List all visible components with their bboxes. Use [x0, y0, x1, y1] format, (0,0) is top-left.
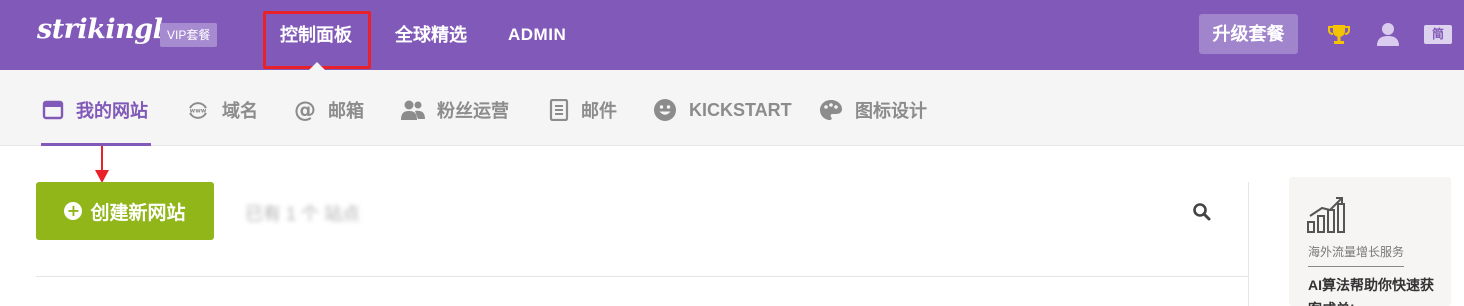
- upgrade-button[interactable]: 升级套餐: [1199, 14, 1298, 54]
- palette-icon: [820, 100, 842, 120]
- active-tab-underline: [41, 143, 151, 146]
- browser-window-icon: [42, 100, 64, 120]
- user-icon[interactable]: [1375, 21, 1401, 47]
- vip-badge: VIP套餐: [160, 23, 218, 47]
- content-divider: [36, 276, 1248, 277]
- growth-chart-icon: [1307, 197, 1345, 233]
- logo[interactable]: strikingly: [37, 14, 178, 45]
- plus-icon: +: [64, 202, 83, 220]
- nav-admin[interactable]: ADMIN: [508, 22, 566, 48]
- smiley-icon: [654, 99, 676, 121]
- tab-logo-design[interactable]: 图标设计: [819, 97, 927, 123]
- create-site-button[interactable]: + 创建新网站: [36, 182, 214, 240]
- tab-label: 邮箱: [328, 101, 364, 121]
- annotation-highlight-box: [263, 11, 371, 69]
- create-site-label: 创建新网站: [90, 202, 186, 224]
- tab-label: 我的网站: [76, 101, 148, 121]
- annotation-arrow-line: [101, 146, 103, 172]
- tab-kickstart[interactable]: KICKSTART: [653, 97, 792, 123]
- document-icon: [549, 99, 569, 121]
- promo-title: 海外流量增长服务: [1308, 243, 1405, 267]
- trophy-icon[interactable]: [1326, 22, 1352, 48]
- site-count-text: 已有 1 个 站点: [245, 204, 361, 224]
- tab-my-sites[interactable]: 我的网站: [42, 97, 148, 123]
- search-icon[interactable]: [1192, 202, 1212, 222]
- tab-mail[interactable]: 邮件: [549, 97, 617, 123]
- tab-fan-ops[interactable]: 粉丝运营: [401, 97, 509, 123]
- tab-label: 邮件: [581, 101, 617, 121]
- tab-email[interactable]: @ 邮箱: [294, 97, 364, 123]
- tab-label: 图标设计: [855, 101, 927, 121]
- sub-navbar: 我的网站 www 域名 @ 邮箱 粉丝运营 邮件 KICKSTART 图标设计: [0, 70, 1464, 146]
- at-icon: @: [294, 99, 316, 121]
- tab-domains[interactable]: www 域名: [186, 97, 258, 123]
- language-switch[interactable]: 简: [1424, 25, 1452, 44]
- promo-card[interactable]: 海外流量增长服务 AI算法帮助你快速获客成单!: [1289, 177, 1451, 306]
- sidebar-divider: [1248, 182, 1249, 306]
- promo-description: AI算法帮助你快速获客成单!: [1308, 277, 1434, 306]
- top-navbar: strikingly VIP套餐 控制面板 全球精选 ADMIN 升级套餐 简: [0, 0, 1464, 70]
- nav-global-picks[interactable]: 全球精选: [395, 22, 467, 48]
- tab-label: KICKSTART: [689, 99, 792, 120]
- users-icon: [401, 100, 425, 120]
- tab-label: 域名: [222, 101, 258, 121]
- active-caret: [309, 62, 325, 70]
- www-icon: www: [189, 102, 207, 119]
- svg-text:www: www: [190, 108, 207, 115]
- tab-label: 粉丝运营: [437, 101, 509, 121]
- svg-text:@: @: [294, 99, 316, 121]
